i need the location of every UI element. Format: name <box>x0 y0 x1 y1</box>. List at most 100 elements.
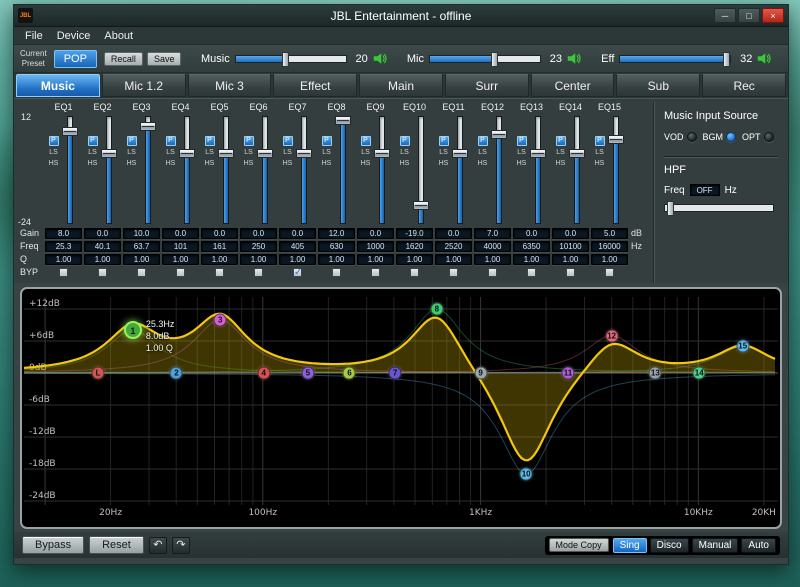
gain-value-box[interactable]: 0.0 <box>162 228 199 239</box>
freq-value-box[interactable]: 101 <box>162 241 199 252</box>
filter-highshelf-button[interactable]: HS <box>439 160 449 168</box>
freq-value-box[interactable]: 250 <box>240 241 277 252</box>
filter-lowshelf-button[interactable]: LS <box>556 149 565 157</box>
gain-value-box[interactable]: 5.0 <box>591 228 628 239</box>
freq-value-box[interactable]: 405 <box>279 241 316 252</box>
close-button[interactable]: × <box>762 8 784 23</box>
eq-point-4[interactable]: 4 <box>257 367 270 380</box>
freq-value-box[interactable]: 25.3 <box>45 241 82 252</box>
bypass-checkbox[interactable] <box>449 268 458 277</box>
filter-highshelf-button[interactable]: HS <box>244 160 254 168</box>
filter-lowshelf-button[interactable]: LS <box>517 149 526 157</box>
tab-main[interactable]: Main <box>359 74 443 97</box>
tab-surr[interactable]: Surr <box>445 74 529 97</box>
source-opt[interactable]: OPT <box>742 132 774 142</box>
filter-lowshelf-button[interactable]: LS <box>244 149 253 157</box>
fader-handle[interactable] <box>452 149 468 158</box>
eq-gain-fader[interactable] <box>138 114 158 226</box>
filter-highshelf-button[interactable]: HS <box>517 160 527 168</box>
bypass-checkbox[interactable] <box>215 268 224 277</box>
q-value-box[interactable]: 1.00 <box>84 254 121 265</box>
eq-point-7[interactable]: 7 <box>389 367 402 380</box>
filter-highshelf-button[interactable]: HS <box>400 160 410 168</box>
filter-peak-button[interactable]: P <box>244 136 254 146</box>
freq-value-box[interactable]: 16000 <box>591 241 628 252</box>
source-bgm[interactable]: BGM <box>703 132 737 142</box>
source-bgm-radio[interactable] <box>726 132 736 142</box>
marker-l[interactable]: L <box>92 367 105 380</box>
gain-value-box[interactable]: 0.0 <box>435 228 472 239</box>
eq-gain-fader[interactable] <box>606 114 626 226</box>
bypass-checkbox[interactable] <box>410 268 419 277</box>
gain-value-box[interactable]: -19.0 <box>396 228 433 239</box>
filter-peak-button[interactable]: P <box>400 136 410 146</box>
filter-highshelf-button[interactable]: HS <box>556 160 566 168</box>
fader-handle[interactable] <box>374 149 390 158</box>
tab-mic-3[interactable]: Mic 3 <box>188 74 272 97</box>
eq-gain-fader[interactable] <box>489 114 509 226</box>
maximize-button[interactable]: □ <box>738 8 760 23</box>
gain-value-box[interactable]: 0.0 <box>357 228 394 239</box>
eq-gain-fader[interactable] <box>177 114 197 226</box>
q-value-box[interactable]: 1.00 <box>318 254 355 265</box>
gain-value-box[interactable]: 7.0 <box>474 228 511 239</box>
preset-value-button[interactable]: POP <box>54 50 97 68</box>
fader-handle[interactable] <box>218 149 234 158</box>
tab-mic-1-2[interactable]: Mic 1.2 <box>102 74 186 97</box>
hpf-slider[interactable] <box>664 204 774 212</box>
tab-effect[interactable]: Effect <box>273 74 357 97</box>
freq-value-box[interactable]: 161 <box>201 241 238 252</box>
freq-value-box[interactable]: 1000 <box>357 241 394 252</box>
bypass-checkbox[interactable]: ✓ <box>293 268 302 277</box>
q-value-box[interactable]: 1.00 <box>513 254 550 265</box>
volume-slider[interactable] <box>235 55 347 63</box>
filter-peak-button[interactable]: P <box>517 136 527 146</box>
eq-point-8[interactable]: 8 <box>430 303 443 316</box>
eq-gain-fader[interactable] <box>528 114 548 226</box>
filter-lowshelf-button[interactable]: LS <box>322 149 331 157</box>
filter-lowshelf-button[interactable]: LS <box>166 149 175 157</box>
filter-peak-button[interactable]: P <box>88 136 98 146</box>
filter-highshelf-button[interactable]: HS <box>205 160 215 168</box>
fader-handle[interactable] <box>608 135 624 144</box>
filter-lowshelf-button[interactable]: LS <box>439 149 448 157</box>
gain-value-box[interactable]: 0.0 <box>84 228 121 239</box>
filter-lowshelf-button[interactable]: LS <box>361 149 370 157</box>
menu-about[interactable]: About <box>97 30 140 42</box>
mode-copy-button[interactable]: Mode Copy <box>549 538 609 552</box>
hpf-freq-value[interactable]: OFF <box>690 184 720 196</box>
volume-slider[interactable] <box>429 55 541 63</box>
bypass-checkbox[interactable] <box>254 268 263 277</box>
eq-gain-fader[interactable] <box>333 114 353 226</box>
filter-highshelf-button[interactable]: HS <box>166 160 176 168</box>
gain-value-box[interactable]: 0.0 <box>552 228 589 239</box>
filter-highshelf-button[interactable]: HS <box>322 160 332 168</box>
filter-peak-button[interactable]: P <box>322 136 332 146</box>
filter-lowshelf-button[interactable]: LS <box>127 149 136 157</box>
source-vod-radio[interactable] <box>687 132 697 142</box>
eq-gain-fader[interactable] <box>99 114 119 226</box>
eq-point-3[interactable]: 3 <box>214 313 227 326</box>
filter-lowshelf-button[interactable]: LS <box>49 149 58 157</box>
eq-gain-fader[interactable] <box>216 114 236 226</box>
fader-handle[interactable] <box>491 130 507 139</box>
title-bar[interactable]: JBL JBL Entertainment - offline ─ □ × <box>14 5 788 27</box>
q-value-box[interactable]: 1.00 <box>45 254 82 265</box>
filter-peak-button[interactable]: P <box>439 136 449 146</box>
filter-peak-button[interactable]: P <box>205 136 215 146</box>
volume-slider-handle[interactable] <box>282 52 289 67</box>
filter-peak-button[interactable]: P <box>361 136 371 146</box>
q-value-box[interactable]: 1.00 <box>162 254 199 265</box>
bypass-checkbox[interactable] <box>527 268 536 277</box>
filter-peak-button[interactable]: P <box>127 136 137 146</box>
mode-disco[interactable]: Disco <box>650 538 689 553</box>
q-value-box[interactable]: 1.00 <box>279 254 316 265</box>
bypass-checkbox[interactable] <box>176 268 185 277</box>
volume-slider-handle[interactable] <box>491 52 498 67</box>
bypass-checkbox[interactable] <box>59 268 68 277</box>
filter-lowshelf-button[interactable]: LS <box>283 149 292 157</box>
speaker-icon[interactable] <box>757 52 772 65</box>
bypass-checkbox[interactable] <box>605 268 614 277</box>
freq-value-box[interactable]: 6350 <box>513 241 550 252</box>
filter-lowshelf-button[interactable]: LS <box>595 149 604 157</box>
